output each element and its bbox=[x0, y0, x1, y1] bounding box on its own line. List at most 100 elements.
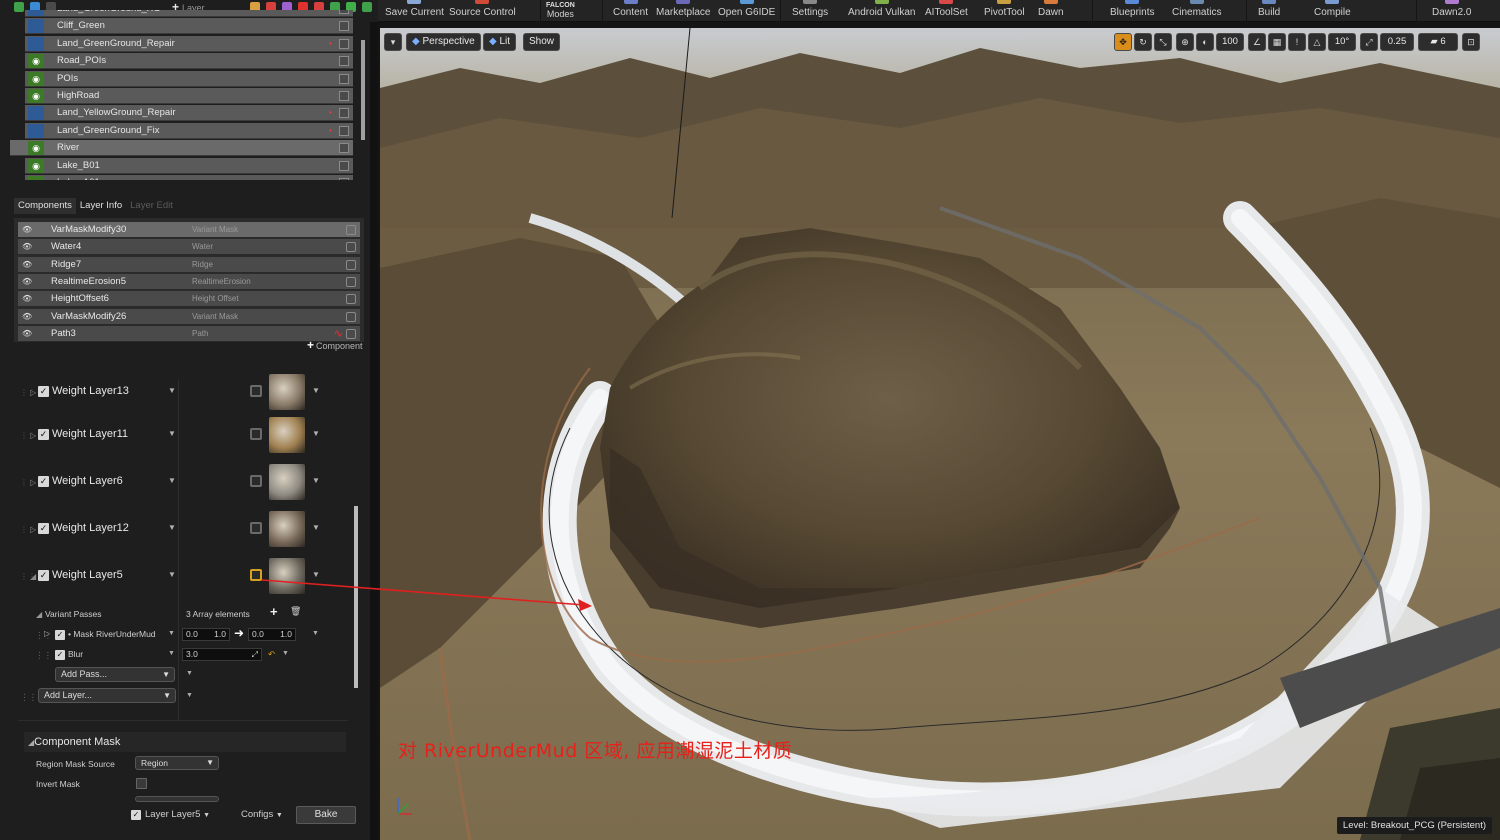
weight-layer-row[interactable]: ⋮⋮ ▷ ✓ Weight Layer12 ▼ ▼ bbox=[14, 511, 356, 551]
layer-toggle-box[interactable] bbox=[250, 475, 262, 487]
eye-icon[interactable]: ◉ bbox=[28, 71, 44, 86]
android-vulkan-button[interactable]: Android Vulkan bbox=[848, 0, 915, 22]
translate-icon[interactable]: ✥ bbox=[1114, 33, 1132, 51]
tool-icon[interactable] bbox=[362, 2, 372, 12]
layer-enabled-checkbox[interactable]: ✓ bbox=[38, 429, 49, 440]
layer-toggle-box[interactable] bbox=[250, 428, 262, 440]
layer-thumbnail[interactable] bbox=[28, 19, 44, 34]
grid-snap-value[interactable]: 100 bbox=[1216, 33, 1244, 51]
layer-thumbnail[interactable] bbox=[28, 36, 44, 51]
layer-row[interactable]: ◉ POIs bbox=[25, 70, 353, 87]
angle-icon[interactable]: △ bbox=[1308, 33, 1326, 51]
collapse-arrow-icon[interactable]: ◢ bbox=[30, 572, 36, 581]
maximize-icon[interactable]: ⊡ bbox=[1462, 33, 1480, 51]
add-pass-dropdown[interactable]: Add Pass... ▼ bbox=[55, 667, 175, 682]
layer-row[interactable]: Land_GreenGround_XG • bbox=[25, 10, 353, 17]
eye-icon[interactable]: 👁 bbox=[22, 294, 32, 303]
eye-icon[interactable]: 👁 bbox=[22, 260, 32, 269]
layer-toggle-box[interactable] bbox=[339, 143, 349, 154]
chevron-down-icon[interactable]: ▼ bbox=[312, 476, 320, 485]
drag-handle-icon[interactable]: ⋮⋮ bbox=[20, 692, 37, 703]
layer-row[interactable]: Land_YellowGround_Repair • bbox=[25, 105, 353, 122]
weight-layer-row[interactable]: ⋮⋮ ▷ ✓ Weight Layer6 ▼ ▼ bbox=[14, 464, 356, 504]
mask-range-min[interactable]: 0.0 1.0 bbox=[182, 628, 230, 641]
tab-layer-edit[interactable]: Layer Edit bbox=[126, 198, 177, 214]
aitoolset-button[interactable]: AIToolSet bbox=[925, 0, 968, 22]
dawn-button[interactable]: Dawn bbox=[1038, 0, 1064, 22]
expand-arrow-icon[interactable]: ▷ bbox=[30, 388, 36, 397]
material-thumbnail[interactable] bbox=[269, 511, 305, 547]
component-toggle-box[interactable] bbox=[346, 225, 356, 235]
delete-icon[interactable]: 🗑 bbox=[290, 606, 301, 617]
chevron-down-icon[interactable]: ▼ bbox=[312, 429, 320, 438]
drag-handle-icon[interactable]: ⋮⋮ bbox=[35, 650, 52, 661]
layer-list-scrollbar[interactable] bbox=[361, 40, 365, 140]
material-thumbnail[interactable] bbox=[269, 374, 305, 410]
layer-enabled-checkbox[interactable]: ✓ bbox=[38, 570, 49, 581]
chevron-down-icon[interactable]: ▼ bbox=[168, 386, 176, 395]
content-button[interactable]: Content bbox=[613, 0, 648, 22]
region-mask-source-select[interactable]: Region ▼ bbox=[135, 756, 219, 770]
layer-toggle-box[interactable] bbox=[339, 38, 349, 49]
layer-toggle-box[interactable] bbox=[339, 125, 349, 136]
build-button[interactable]: Build bbox=[1258, 0, 1280, 22]
world-local-icon[interactable]: ⊕ bbox=[1176, 33, 1194, 51]
component-toggle-box[interactable] bbox=[346, 294, 356, 305]
chevron-down-icon[interactable]: ▼ bbox=[168, 570, 176, 579]
layer-toggle-box[interactable] bbox=[339, 91, 349, 101]
viewport-menu-button[interactable]: ▾ bbox=[384, 33, 402, 51]
pivottool-button[interactable]: PivotTool bbox=[984, 0, 1025, 22]
chevron-down-icon[interactable]: ▼ bbox=[168, 523, 176, 532]
layer-toggle-box[interactable] bbox=[339, 10, 349, 14]
weight-layer-row[interactable]: ⋮⋮ ▷ ✓ Weight Layer13 ▼ ▼ bbox=[14, 374, 356, 414]
eye-icon[interactable]: ◉ bbox=[28, 158, 44, 173]
chevron-down-icon[interactable]: ▼ bbox=[312, 570, 320, 579]
layer-enabled-checkbox[interactable]: ✓ bbox=[38, 476, 49, 487]
configs-dropdown[interactable]: Configs ▼ bbox=[241, 809, 283, 820]
chevron-down-icon[interactable]: ▼ bbox=[168, 630, 175, 637]
rotate-icon[interactable]: ↻ bbox=[1134, 33, 1152, 51]
component-row[interactable]: 👁 RealtimeErosion5 RealtimeErosion bbox=[18, 273, 360, 290]
lit-button[interactable]: ◆ Lit bbox=[483, 33, 517, 51]
chevron-down-icon[interactable]: ▼ bbox=[282, 650, 289, 657]
eye-icon[interactable]: 👁 bbox=[22, 329, 32, 338]
add-layer-dropdown[interactable]: Add Layer... ▼ bbox=[38, 688, 176, 703]
dawn2-0-button[interactable]: Dawn2.0 bbox=[1432, 0, 1471, 22]
component-row[interactable]: 👁 Water4 Water bbox=[18, 239, 360, 256]
bake-button[interactable]: Bake bbox=[296, 806, 356, 824]
tab-layer-info[interactable]: Layer Info bbox=[76, 198, 126, 214]
component-row[interactable]: 👁 HeightOffset6 Height Offset bbox=[18, 291, 360, 308]
chevron-down-icon[interactable]: ▼ bbox=[312, 630, 319, 637]
layer-enabled-checkbox[interactable]: ✓ bbox=[131, 810, 141, 820]
layer-toggle-box[interactable] bbox=[339, 108, 349, 119]
layer-row[interactable]: ◉ Lake_B01 bbox=[25, 157, 353, 174]
chevron-down-icon[interactable]: ▼ bbox=[168, 429, 176, 438]
layer-toggle-box[interactable] bbox=[250, 385, 262, 397]
layer-enabled-checkbox[interactable]: ✓ bbox=[38, 386, 49, 397]
weight-layers-scrollbar[interactable] bbox=[354, 506, 358, 688]
layer-row[interactable]: ◉ Lake_A01 bbox=[25, 175, 353, 180]
material-thumbnail[interactable] bbox=[269, 464, 305, 500]
layer-select-dropdown[interactable]: Layer Layer5 ▼ bbox=[145, 809, 210, 820]
eye-icon[interactable]: 👁 bbox=[22, 225, 32, 234]
rotation-snap-value[interactable]: 10° bbox=[1328, 33, 1356, 51]
blur-enabled-checkbox[interactable]: ✓ bbox=[55, 650, 65, 660]
eye-icon[interactable]: ◉ bbox=[28, 54, 44, 69]
expand-arrow-icon[interactable]: ▷ bbox=[30, 525, 36, 534]
layer-row[interactable]: Land_GreenGround_Fix • bbox=[25, 122, 353, 139]
component-row[interactable]: 👁 VarMaskModify26 Variant Mask bbox=[18, 308, 360, 325]
layer-row[interactable]: ◉ Road_POIs bbox=[25, 53, 353, 70]
component-toggle-box[interactable] bbox=[346, 259, 356, 270]
scale-icon[interactable]: ⤡ bbox=[1154, 33, 1172, 51]
expand-arrow-icon[interactable]: ◢ bbox=[36, 610, 42, 619]
eye-icon[interactable]: 👁 bbox=[22, 242, 32, 251]
source-control-button[interactable]: Source Control bbox=[449, 0, 516, 22]
weight-layer-row[interactable]: ⋮⋮ ◢ ✓ Weight Layer5 ▼ ▼ bbox=[14, 558, 356, 598]
mask-range-max[interactable]: 0.0 1.0 bbox=[248, 628, 296, 641]
invert-mask-checkbox[interactable] bbox=[136, 778, 147, 789]
eye-icon[interactable]: ◉ bbox=[28, 89, 44, 103]
material-thumbnail[interactable] bbox=[269, 417, 305, 453]
component-row[interactable]: 👁 Ridge7 Ridge bbox=[18, 256, 360, 273]
level-viewport[interactable]: ▾ ◆ Perspective ◆ Lit Show ✥ ↻ ⤡ ⊕ ◐ 100… bbox=[380, 28, 1500, 840]
component-toggle-box[interactable] bbox=[346, 311, 356, 322]
